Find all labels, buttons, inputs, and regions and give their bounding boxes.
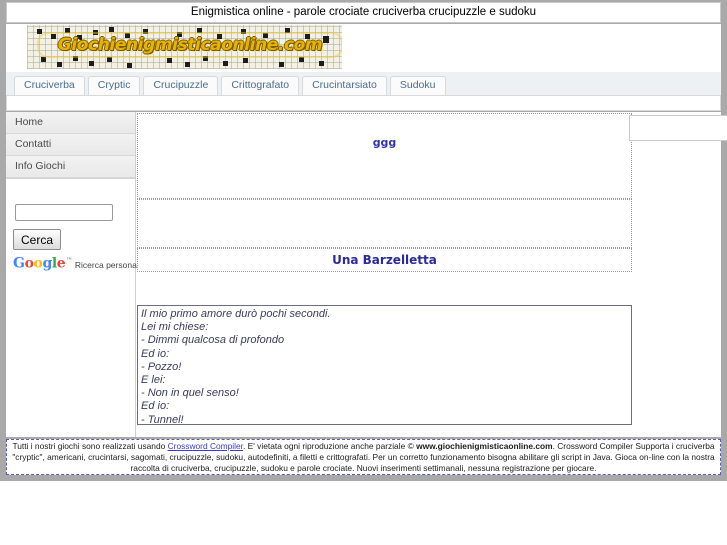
footer-part2: . E' vietata ogni riproduzione anche par…	[243, 441, 417, 451]
tab-crucintarsiato[interactable]: Crucintarsiato	[302, 76, 387, 95]
page-title: Enigmistica online - parole crociate cru…	[190, 6, 537, 18]
content-area: Home Contatti Info Giochi Cerca Google™ …	[6, 112, 727, 437]
site-logo-text: Giochienigmisticaonline.com	[39, 34, 341, 56]
footer-domain: www.giochienigmisticaonline.com	[416, 441, 553, 451]
tab-sudoku[interactable]: Sudoku	[389, 76, 446, 95]
search-input[interactable]	[15, 204, 113, 221]
sidebar-item-contatti[interactable]: Contatti	[6, 134, 135, 156]
joke-heading: Una Barzelletta	[332, 253, 437, 267]
top-content-text: ggg	[372, 136, 397, 149]
joke-body-text: Il mio primo amore durò pochi secondi. L…	[141, 308, 331, 426]
sub-navigation-bar	[6, 95, 721, 111]
site-footer: Tutti i nostri giochi sono realizzati us…	[6, 439, 721, 475]
joke-heading-cell: Una Barzelletta	[137, 248, 632, 272]
sidebar-menu: Home Contatti Info Giochi	[6, 112, 135, 179]
footer-part1: Tutti i nostri giochi sono realizzati us…	[12, 441, 168, 451]
crossword-compiler-link[interactable]: Crossword Compiler	[168, 441, 243, 451]
site-header: Giochienigmisticaonline.com	[6, 24, 721, 72]
tab-cruciverba[interactable]: Cruciverba	[14, 76, 85, 95]
sidebar: Home Contatti Info Giochi Cerca Google™ …	[6, 112, 161, 437]
main-column: ggg Una Barzelletta Il mio primo amore d…	[137, 112, 727, 437]
main-navigation: Cruciverba Cryptic Crucipuzzle Crittogra…	[6, 72, 721, 95]
window-title-bar: Enigmistica online - parole crociate cru…	[6, 2, 721, 23]
trademark-icon: ™	[66, 257, 72, 265]
middle-spacer-cell	[137, 199, 632, 248]
page-root: Enigmistica online - parole crociate cru…	[0, 0, 727, 481]
tab-crittografato[interactable]: Crittografato	[221, 76, 300, 95]
tab-crucipuzzle[interactable]: Crucipuzzle	[143, 76, 219, 95]
site-logo[interactable]: Giochienigmisticaonline.com	[27, 25, 342, 69]
right-side-box	[629, 115, 727, 141]
top-content-cell: ggg	[137, 113, 632, 199]
sidebar-item-info-giochi[interactable]: Info Giochi	[6, 156, 135, 178]
joke-panel: Il mio primo amore durò pochi secondi. L…	[137, 305, 632, 426]
tab-list: Cruciverba Cryptic Crucipuzzle Crittogra…	[14, 76, 446, 95]
sidebar-item-home[interactable]: Home	[6, 112, 135, 134]
search-button[interactable]: Cerca	[13, 229, 62, 250]
google-logo-icon: Google™	[13, 256, 72, 272]
footer-text: Tutti i nostri giochi sono realizzati us…	[7, 440, 720, 474]
tab-cryptic[interactable]: Cryptic	[87, 76, 141, 95]
